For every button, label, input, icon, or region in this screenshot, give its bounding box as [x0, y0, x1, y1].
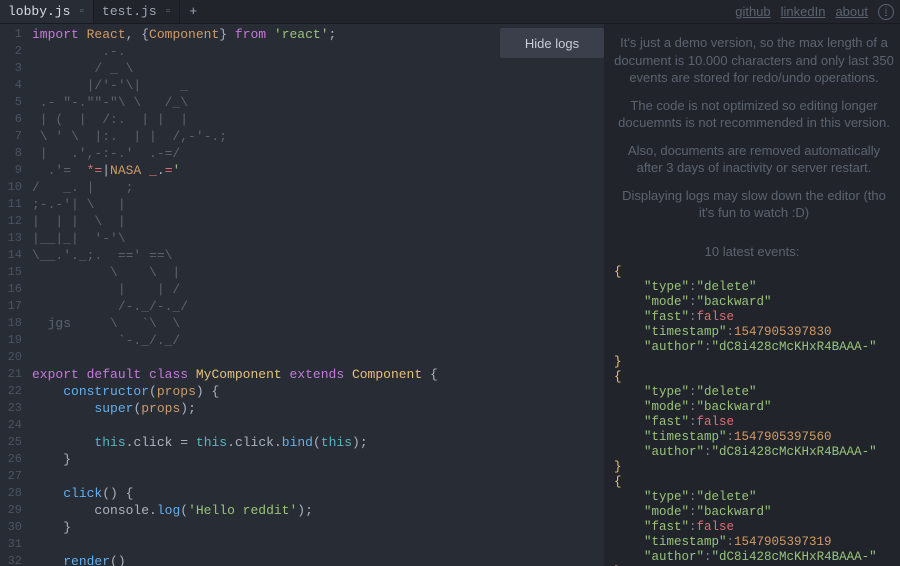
code-editor[interactable]: 1 2 3 4 5 6 7 8 9 10 11 12 13 14 15 16 1…: [0, 24, 604, 566]
tab-label: lobby.js: [8, 4, 70, 19]
info-text: Displaying logs may slow down the editor…: [614, 187, 894, 222]
add-tab-button[interactable]: +: [180, 0, 206, 23]
close-icon[interactable]: ▫: [78, 6, 85, 18]
events-title: 10 latest events:: [604, 244, 900, 259]
info-icon[interactable]: i: [878, 4, 894, 20]
logs-panel: Hide logs It's just a demo version, so t…: [604, 24, 900, 566]
link-about[interactable]: about: [835, 4, 868, 19]
link-linkedin[interactable]: linkedIn: [781, 4, 826, 19]
events-log: { "type":"delete" "mode":"backward" "fas…: [604, 265, 900, 566]
tab-label: test.js: [102, 4, 157, 19]
code-area[interactable]: import React, {Component} from 'react'; …: [28, 24, 604, 566]
logs-info: It's just a demo version, so the max len…: [604, 24, 900, 240]
hide-logs-button[interactable]: Hide logs: [500, 28, 604, 58]
main: 1 2 3 4 5 6 7 8 9 10 11 12 13 14 15 16 1…: [0, 24, 900, 566]
tab-test-js[interactable]: test.js ▫: [94, 0, 180, 23]
info-text: It's just a demo version, so the max len…: [614, 34, 894, 87]
info-text: Also, documents are removed automaticall…: [614, 142, 894, 177]
link-github[interactable]: github: [735, 4, 770, 19]
tab-bar: lobby.js ▫ test.js ▫ +: [0, 0, 206, 23]
info-text: The code is not optimized so editing lon…: [614, 97, 894, 132]
nav-links: github linkedIn about i: [735, 0, 900, 23]
close-icon[interactable]: ▫: [165, 6, 172, 18]
tab-lobby-js[interactable]: lobby.js ▫: [0, 0, 94, 23]
line-gutter: 1 2 3 4 5 6 7 8 9 10 11 12 13 14 15 16 1…: [0, 24, 28, 566]
topbar: lobby.js ▫ test.js ▫ + github linkedIn a…: [0, 0, 900, 24]
